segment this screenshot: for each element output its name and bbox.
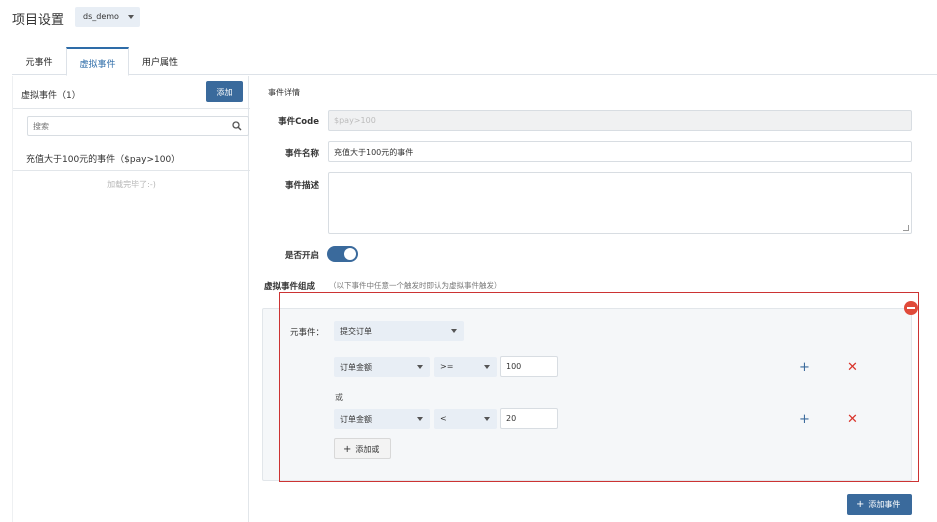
- list-item[interactable]: 充值大于100元的事件（$pay>100）: [13, 146, 250, 171]
- event-detail-panel: 事件详情 事件Code $pay>100 事件名称 充值大于100元的事件 事件…: [249, 76, 937, 522]
- search-input[interactable]: [28, 117, 208, 135]
- loaded-text: 加载完毕了:-): [107, 180, 156, 189]
- event-name-label: 事件名称: [284, 149, 319, 159]
- plus-icon: +: [343, 444, 352, 455]
- resize-grip-icon[interactable]: [903, 225, 909, 231]
- event-code-field: $pay>100: [328, 110, 912, 131]
- composition-label: 虚拟事件组成: [264, 282, 316, 292]
- list-title: 虚拟事件（1）: [21, 91, 81, 101]
- condition-value-input[interactable]: 20: [500, 408, 558, 429]
- enabled-label: 是否开启: [284, 251, 319, 261]
- caret-down-icon: [128, 15, 134, 19]
- meta-event-select[interactable]: 提交订单: [334, 321, 464, 341]
- condition-field-select[interactable]: 订单金额: [334, 409, 430, 429]
- tab-user-properties[interactable]: 用户属性: [129, 47, 191, 75]
- caret-down-icon: [451, 329, 457, 333]
- meta-event-value: 提交订单: [340, 327, 372, 336]
- tab-bar: 元事件 虚拟事件 用户属性: [12, 47, 937, 76]
- condition-operator-value: <: [440, 414, 447, 423]
- event-desc-field[interactable]: [328, 172, 912, 234]
- condition-field-value: 订单金额: [340, 363, 372, 372]
- search-box: [27, 116, 249, 136]
- plus-icon: +: [856, 499, 865, 510]
- caret-down-icon: [417, 365, 423, 369]
- add-or-label: 添加或: [355, 445, 380, 454]
- add-or-button[interactable]: + 添加或: [334, 438, 391, 459]
- project-select[interactable]: ds_demo: [75, 7, 140, 27]
- page-title: 项目设置: [12, 13, 65, 28]
- or-label: 或: [335, 393, 343, 402]
- section-title: 事件详情: [268, 88, 300, 97]
- caret-down-icon: [417, 417, 423, 421]
- add-event-button[interactable]: + 添加事件: [847, 494, 912, 515]
- condition-operator-select[interactable]: >=: [434, 357, 497, 377]
- event-desc-label: 事件描述: [284, 181, 319, 191]
- remove-group-icon[interactable]: [904, 301, 918, 315]
- search-icon[interactable]: [232, 121, 242, 131]
- condition-operator-select[interactable]: <: [434, 409, 497, 429]
- project-select-value: ds_demo: [83, 12, 119, 21]
- plus-icon[interactable]: +: [799, 361, 810, 374]
- caret-down-icon: [484, 417, 490, 421]
- condition-value-input[interactable]: 100: [500, 356, 558, 377]
- add-event-label: 添加事件: [868, 500, 901, 509]
- add-virtual-event-button[interactable]: 添加: [206, 81, 243, 102]
- event-code-label: 事件Code: [278, 117, 319, 127]
- close-icon[interactable]: ✕: [847, 413, 858, 426]
- tab-virtual-events[interactable]: 虚拟事件: [66, 47, 129, 76]
- composition-hint: （以下事件中任意一个触发时即认为虚拟事件触发）: [329, 281, 502, 290]
- event-name-field[interactable]: 充值大于100元的事件: [328, 141, 912, 162]
- tab-meta-events[interactable]: 元事件: [12, 47, 66, 75]
- toggle-knob: [344, 248, 356, 260]
- virtual-event-list-panel: 虚拟事件（1） 添加 充值大于100元的事件（$pay>100） 加载完毕了:-…: [12, 76, 250, 522]
- meta-event-label: 元事件：: [290, 328, 325, 338]
- enabled-toggle[interactable]: [327, 246, 358, 262]
- condition-operator-value: >=: [440, 362, 454, 371]
- divider: [13, 108, 250, 109]
- caret-down-icon: [484, 365, 490, 369]
- plus-icon[interactable]: +: [799, 413, 810, 426]
- condition-field-value: 订单金额: [340, 415, 372, 424]
- condition-field-select[interactable]: 订单金额: [334, 357, 430, 377]
- close-icon[interactable]: ✕: [847, 361, 858, 374]
